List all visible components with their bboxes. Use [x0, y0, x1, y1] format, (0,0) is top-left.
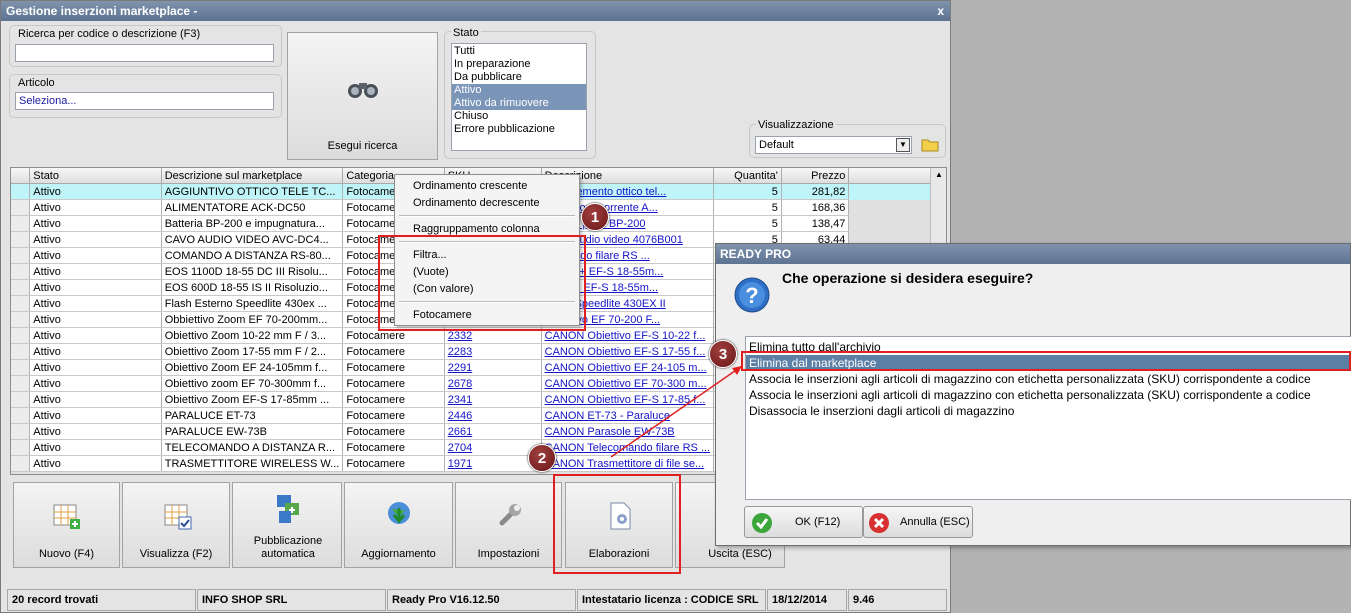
step-badge-1: 1: [581, 203, 609, 231]
annotation-arrow: [610, 365, 743, 458]
step-badge-3: 3: [709, 340, 737, 368]
step-badge-2: 2: [528, 444, 556, 472]
